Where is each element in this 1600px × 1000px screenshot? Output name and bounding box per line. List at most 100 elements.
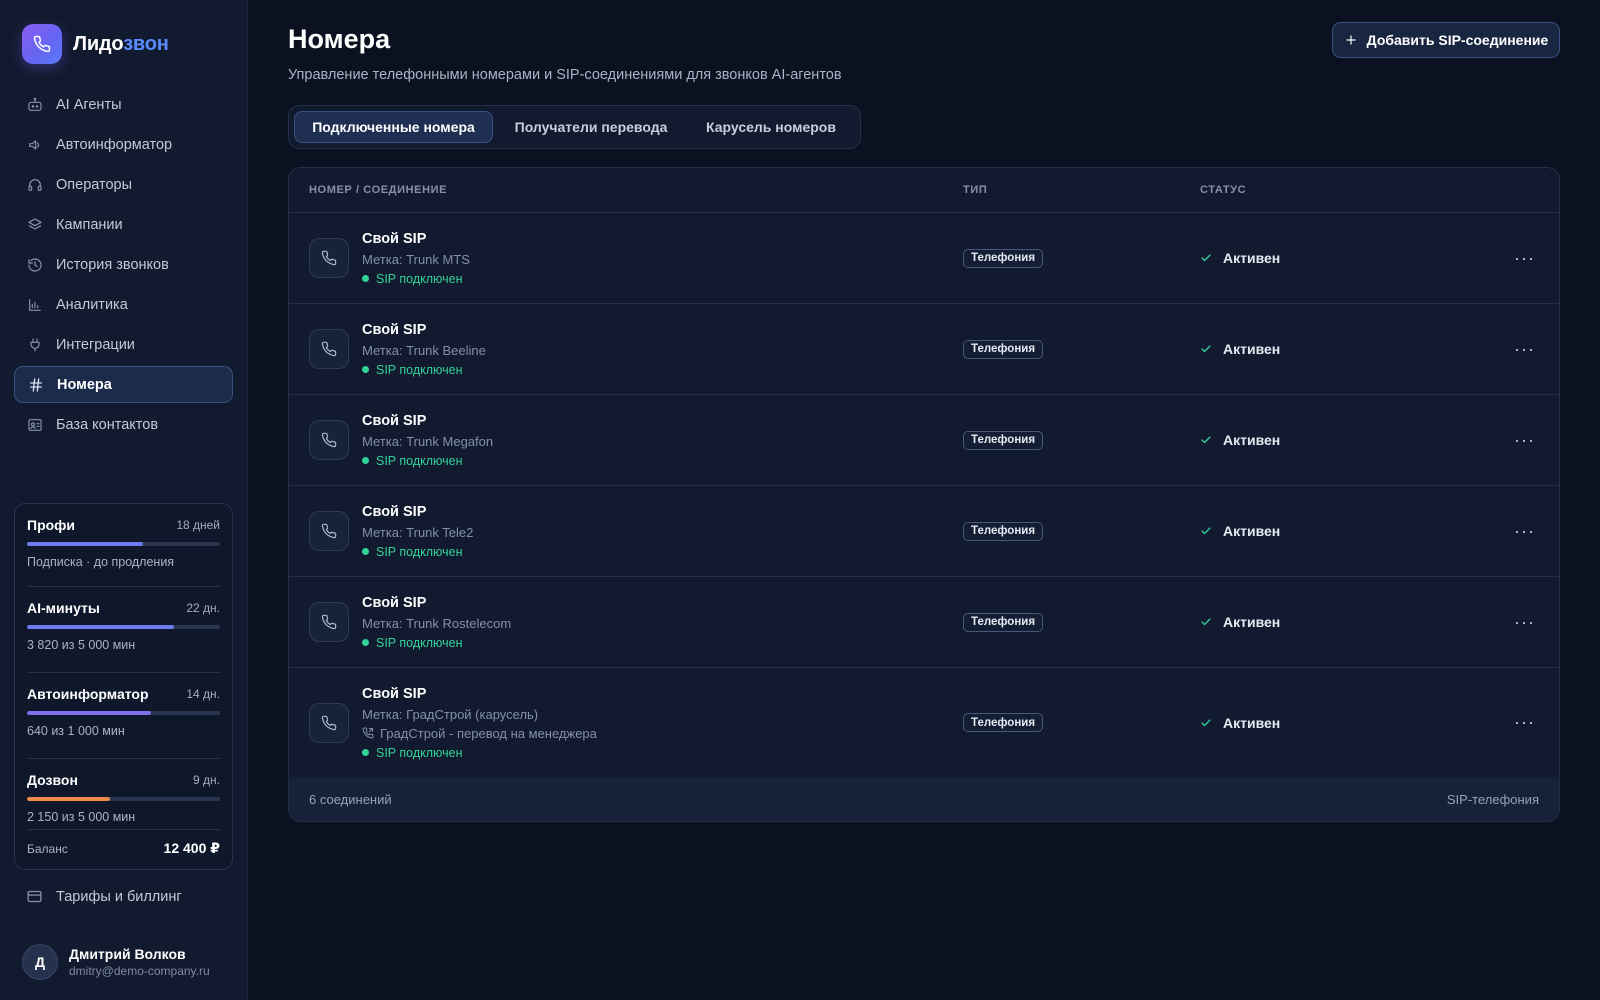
plan-days: 9 дн. — [193, 773, 220, 787]
connection-title: Свой SIP — [362, 685, 427, 702]
table-row[interactable]: Свой SIP Метка: Trunk Megafon SIP подклю… — [289, 395, 1559, 486]
page-subtitle: Управление телефонными номерами и SIP-со… — [288, 67, 842, 83]
connection-label: Метка: Trunk Rostelecom — [362, 615, 512, 631]
plan-subtitle: 2 150 из 5 000 мин — [27, 810, 136, 824]
phone-icon — [309, 238, 349, 278]
plug-icon — [26, 336, 43, 353]
balance-value: 12 400 ₽ — [163, 840, 220, 856]
status-text: Активен — [1223, 523, 1281, 539]
more-icon: ··· — [1514, 338, 1535, 359]
status-dot-icon — [362, 366, 369, 373]
check-icon — [1200, 434, 1212, 446]
sidebar-item-label: Интеграции — [56, 336, 135, 353]
more-options-button[interactable]: ··· — [1514, 668, 1535, 777]
tab-number-carousel[interactable]: Карусель номеров — [689, 111, 853, 143]
connection-label: Метка: Trunk Beeline — [362, 342, 486, 358]
more-options-button[interactable]: ··· — [1514, 395, 1535, 485]
sidebar-item-integrations[interactable]: Интеграции — [14, 326, 233, 363]
user-name: Дмитрий Волков — [69, 946, 186, 962]
column-header-number: НОМЕР / СОЕДИНЕНИЕ — [309, 184, 448, 196]
status-text: Активен — [1223, 341, 1281, 357]
layers-icon — [26, 216, 43, 233]
contact-card-icon — [26, 416, 43, 433]
sidebar-item-analytics[interactable]: Аналитика — [14, 286, 233, 323]
plan-row-dialer: Дозвон 9 дн. 2 150 из 5 000 мин — [27, 759, 220, 829]
status-cell: Активен — [1200, 486, 1280, 576]
connection-title: Свой SIP — [362, 230, 427, 247]
sidebar-item-campaigns[interactable]: Кампании — [14, 206, 233, 243]
plan-subtitle: 640 из 1 000 мин — [27, 724, 125, 738]
status-dot-icon — [362, 457, 369, 464]
transfer-text: ГрадСтрой - перевод на менеджера — [380, 725, 597, 741]
status-cell: Активен — [1200, 395, 1280, 485]
plan-subtitle: 3 820 из 5 000 мин — [27, 638, 136, 652]
user-profile[interactable]: Д Дмитрий Волков dmitry@demo-company.ru — [22, 944, 210, 980]
number-cell: Свой SIP Метка: Trunk Beeline SIP подклю… — [309, 304, 486, 394]
check-icon — [1200, 525, 1212, 537]
number-cell: Свой SIP Метка: Trunk MTS SIP подключен — [309, 213, 470, 303]
tabs: Подключенные номера Получатели перевода … — [288, 105, 861, 149]
progress-bar — [27, 542, 220, 546]
sip-status-text: SIP подключен — [376, 362, 463, 377]
sidebar-item-operators[interactable]: Операторы — [14, 166, 233, 203]
sidebar-item-contacts[interactable]: База контактов — [14, 406, 233, 443]
table-row[interactable]: Свой SIP Метка: Trunk Rostelecom SIP под… — [289, 577, 1559, 668]
plus-icon — [1344, 33, 1358, 47]
sidebar-item-billing[interactable]: Тарифы и биллинг — [26, 888, 182, 905]
add-sip-connection-label: Добавить SIP-соединение — [1366, 32, 1549, 48]
sip-status: SIP подключен — [362, 545, 473, 559]
more-options-button[interactable]: ··· — [1514, 486, 1535, 576]
type-cell: Телефония — [963, 668, 1044, 777]
check-icon — [1200, 616, 1212, 628]
type-cell: Телефония — [963, 304, 1044, 394]
sidebar-nav: AI Агенты Автоинформатор Операторы Кампа… — [14, 86, 233, 446]
type-cell: Телефония — [963, 577, 1044, 667]
phone-icon — [309, 602, 349, 642]
speaker-icon — [26, 136, 43, 153]
balance-row: Баланс 12 400 ₽ — [27, 829, 220, 857]
type-badge: Телефония — [963, 521, 1044, 541]
more-options-button[interactable]: ··· — [1514, 577, 1535, 667]
credit-card-icon — [26, 888, 43, 905]
progress-fill — [27, 542, 143, 546]
page-title: Номера — [288, 24, 391, 54]
sip-status: SIP подключен — [362, 363, 486, 377]
more-options-button[interactable]: ··· — [1514, 213, 1535, 303]
phone-icon — [309, 511, 349, 551]
phone-logo-icon — [22, 24, 62, 64]
sip-status: SIP подключен — [362, 636, 511, 650]
plan-name: Дозвон — [27, 772, 78, 788]
progress-bar — [27, 625, 220, 629]
table-row[interactable]: Свой SIP Метка: Trunk Beeline SIP подклю… — [289, 304, 1559, 395]
bar-chart-icon — [26, 296, 43, 313]
sidebar-item-call-history[interactable]: История звонков — [14, 246, 233, 283]
numbers-table: НОМЕР / СОЕДИНЕНИЕ ТИП СТАТУС Свой SIP М… — [288, 167, 1560, 822]
plan-days: 22 дн. — [186, 601, 220, 615]
table-header: НОМЕР / СОЕДИНЕНИЕ ТИП СТАТУС — [289, 168, 1559, 213]
tab-transfer-recipients[interactable]: Получатели перевода — [493, 111, 689, 143]
more-options-button[interactable]: ··· — [1514, 304, 1535, 394]
sidebar-item-autoinformer[interactable]: Автоинформатор — [14, 126, 233, 163]
status-cell: Активен — [1200, 213, 1280, 303]
status-dot-icon — [362, 749, 369, 756]
table-row[interactable]: Свой SIP Метка: Trunk MTS SIP подключен … — [289, 213, 1559, 304]
number-cell: Свой SIP Метка: Trunk Tele2 SIP подключе… — [309, 486, 473, 576]
table-row[interactable]: Свой SIP Метка: Trunk Tele2 SIP подключе… — [289, 486, 1559, 577]
type-badge: Телефония — [963, 612, 1044, 632]
table-row[interactable]: Свой SIP Метка: ГрадСтрой (карусель) Гра… — [289, 668, 1559, 778]
column-header-status: СТАТУС — [1200, 184, 1247, 196]
add-sip-connection-button[interactable]: Добавить SIP-соединение — [1332, 22, 1560, 58]
history-icon — [26, 256, 43, 273]
balance-label: Баланс — [27, 841, 68, 856]
tab-connected-numbers[interactable]: Подключенные номера — [294, 111, 493, 143]
sidebar: Лидозвон AI Агенты Автоинформатор Операт… — [0, 0, 248, 1000]
sidebar-item-label: История звонков — [56, 256, 169, 273]
phone-forward-icon — [362, 727, 374, 739]
phone-icon — [309, 329, 349, 369]
sip-status: SIP подключен — [362, 454, 493, 468]
plan-days: 14 дн. — [186, 687, 220, 701]
table-footer: 6 соединений SIP-телефония — [289, 777, 1559, 821]
sidebar-item-ai-agents[interactable]: AI Агенты — [14, 86, 233, 123]
sidebar-item-numbers[interactable]: Номера — [14, 366, 233, 403]
logo[interactable]: Лидозвон — [22, 24, 169, 64]
